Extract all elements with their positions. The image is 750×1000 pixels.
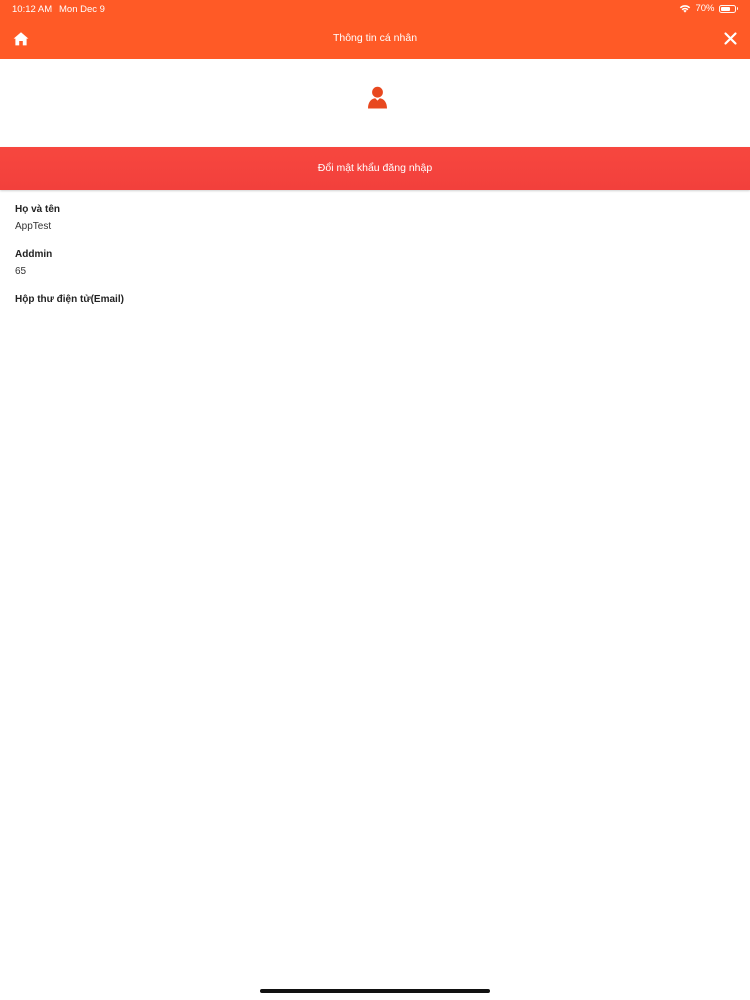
close-button[interactable] xyxy=(723,31,738,46)
full-name-field: Họ và tên AppTest xyxy=(15,204,60,232)
header: 10:12 AM Mon Dec 9 70% Thông tin cá nhân xyxy=(0,0,750,59)
admin-label: Addmin xyxy=(15,249,53,260)
home-indicator[interactable] xyxy=(260,989,490,993)
change-password-button[interactable]: Đổi mật khẩu đăng nhập xyxy=(0,147,750,190)
status-bar: 10:12 AM Mon Dec 9 70% xyxy=(0,0,750,18)
profile-screen: 10:12 AM Mon Dec 9 70% Thông tin cá nhân… xyxy=(0,0,750,1000)
avatar-section xyxy=(0,59,750,147)
email-field: Hộp thư điện tử(Email) xyxy=(15,294,124,311)
wifi-icon xyxy=(679,4,691,13)
admin-value: 65 xyxy=(15,266,27,277)
battery-fill xyxy=(720,6,730,11)
status-date: Mon Dec 9 xyxy=(59,4,105,15)
close-icon xyxy=(724,32,737,45)
user-icon xyxy=(368,86,387,109)
status-indicators: 70% xyxy=(679,3,738,14)
avatar xyxy=(367,86,388,109)
battery-body xyxy=(718,4,736,13)
full-name-value: AppTest xyxy=(15,221,52,232)
email-label: Hộp thư điện tử(Email) xyxy=(15,294,124,305)
admin-field: Addmin 65 xyxy=(15,249,52,277)
page-title: Thông tin cá nhân xyxy=(332,32,418,44)
full-name-label: Họ và tên xyxy=(15,204,61,215)
nav-bar: Thông tin cá nhân xyxy=(0,18,750,59)
battery-tip xyxy=(736,7,738,10)
status-time: 10:12 AM xyxy=(12,4,53,15)
battery-icon xyxy=(718,4,738,13)
battery-percentage: 70% xyxy=(695,3,715,14)
